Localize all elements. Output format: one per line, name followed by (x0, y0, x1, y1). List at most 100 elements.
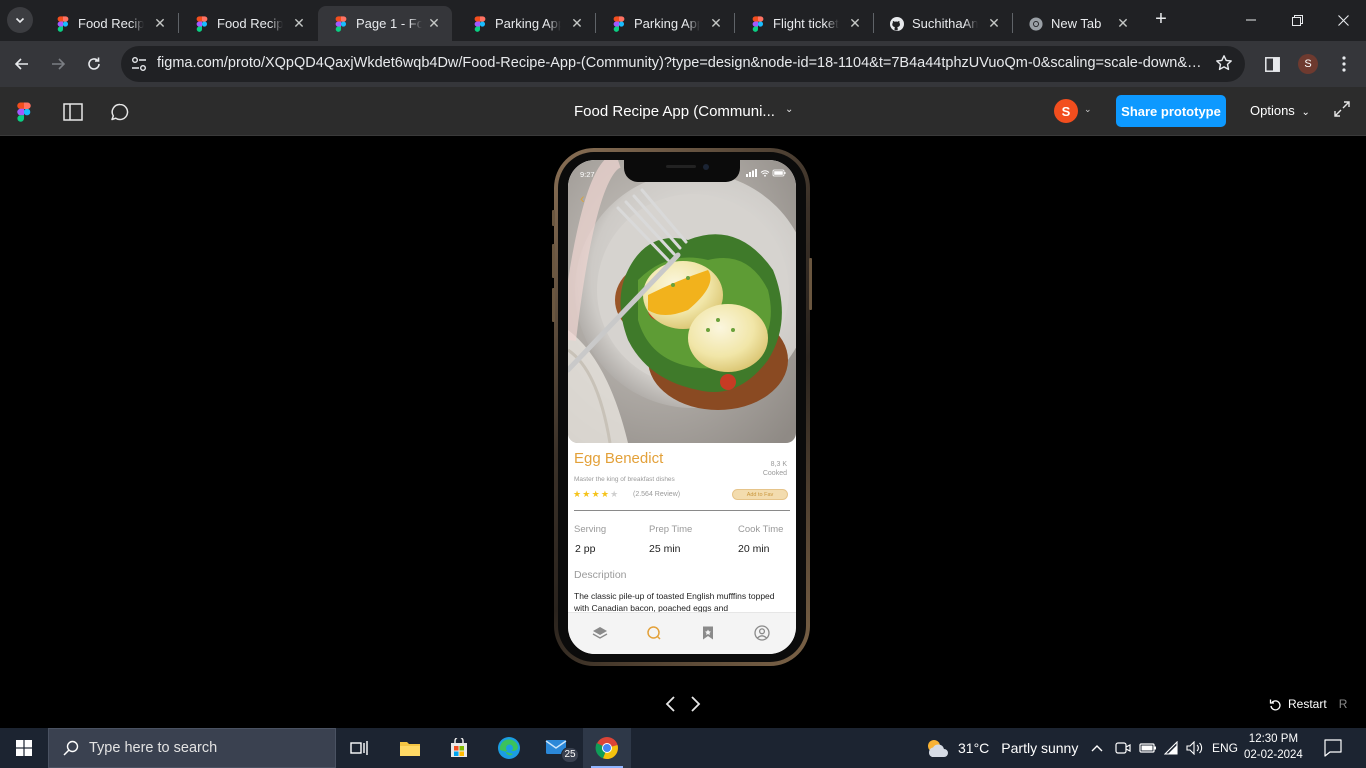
add-to-fav-button[interactable]: Add to Fav (732, 489, 788, 500)
close-icon[interactable]: ✕ (569, 15, 585, 32)
site-settings-icon[interactable] (130, 55, 148, 73)
star-icon[interactable] (1215, 54, 1233, 72)
browser-menu-button[interactable] (1330, 50, 1358, 78)
tab-title: Parking App (495, 16, 561, 31)
battery-icon (1139, 743, 1156, 753)
speaker (666, 165, 696, 168)
task-view-button[interactable] (336, 728, 384, 768)
tab-search-button[interactable] (7, 7, 33, 33)
close-icon[interactable]: ✕ (291, 15, 307, 32)
tab-title: Food Recipe App (217, 16, 283, 31)
chrome-icon (595, 737, 618, 760)
tab-title: SuchithaAna (912, 16, 978, 31)
tab-title: Flight ticket (773, 16, 839, 31)
bookmark-icon[interactable] (700, 625, 716, 641)
browser-toolbar: figma.com/proto/XQpQD4QaxjWkdet6wqb4Dw/F… (0, 41, 1366, 87)
browser-tab[interactable]: New Tab ✕ (1013, 6, 1139, 41)
recipe-title: Egg Benedict (574, 450, 664, 467)
side-panel-button[interactable] (1258, 50, 1286, 78)
notification-icon[interactable] (1324, 739, 1342, 757)
volume-button[interactable] (1186, 728, 1204, 768)
close-icon[interactable]: ✕ (986, 15, 1002, 32)
close-window-button[interactable] (1320, 0, 1366, 40)
cook-time-value: 20 min (738, 543, 770, 555)
chrome-button[interactable] (583, 728, 631, 768)
star-icon: ★ (591, 489, 601, 499)
new-tab-button[interactable]: + (1150, 8, 1172, 32)
taskbar-clock[interactable]: 12:30 PM 02-02-2024 (1244, 731, 1303, 763)
options-menu-button[interactable]: Options ⌄ (1250, 103, 1310, 118)
comment-icon[interactable] (108, 100, 132, 124)
address-bar[interactable]: figma.com/proto/XQpQD4QaxjWkdet6wqb4Dw/F… (121, 46, 1245, 82)
browser-tab[interactable]: Food Recipe App ✕ (40, 6, 178, 41)
back-chevron-icon[interactable]: ‹ (580, 190, 585, 206)
chevron-down-icon: ⌄ (1301, 107, 1310, 118)
store-icon (451, 738, 467, 757)
restart-icon (1269, 699, 1281, 710)
mail-badge: 25 (561, 747, 579, 763)
options-label: Options (1250, 103, 1295, 118)
star-icon: ★ (600, 489, 611, 499)
sidebar-toggle-icon[interactable] (61, 100, 85, 124)
layers-icon[interactable] (592, 625, 608, 641)
avatar[interactable]: S (1054, 99, 1078, 123)
browser-tab[interactable]: Food Recipe App ✕ (179, 6, 317, 41)
browser-tab[interactable]: Parking App ✕ (457, 6, 595, 41)
prototype-canvas: ‹ 9:27 Egg Benedict 8,3 K Cooked Master … (0, 136, 1366, 728)
edge-button[interactable] (485, 728, 533, 768)
serving-value: 2 pp (575, 543, 596, 555)
chevron-down-icon[interactable]: ⌄ (1084, 104, 1092, 115)
show-hidden-icons-button[interactable] (1090, 728, 1104, 768)
restore-button[interactable] (1274, 0, 1320, 40)
star-empty-icon: ★ (610, 489, 620, 499)
forward-button[interactable] (44, 50, 72, 78)
profile-button[interactable]: S (1294, 50, 1322, 78)
phone-screen: ‹ 9:27 Egg Benedict 8,3 K Cooked Master … (568, 160, 796, 654)
profile-icon[interactable] (754, 625, 770, 641)
close-icon[interactable]: ✕ (1117, 15, 1129, 32)
mail-button[interactable]: 25 (534, 728, 582, 768)
review-count: (2.564 Review) (633, 491, 681, 498)
windows-start-icon[interactable] (16, 740, 32, 756)
browser-tab[interactable]: Flight ticket ✕ (735, 6, 873, 41)
browser-tab-strip: Food Recipe App ✕ Food Recipe App ✕ Page… (0, 0, 1366, 41)
previous-frame-icon[interactable] (664, 695, 678, 713)
figma-logo-icon[interactable] (17, 102, 31, 122)
reload-button[interactable] (80, 50, 108, 78)
phone-notch (624, 160, 740, 182)
github-icon (890, 16, 904, 31)
tab-title: New Tab (1051, 16, 1102, 31)
cooked-count: 8,3 K Cooked (763, 460, 787, 478)
close-icon[interactable]: ✕ (847, 15, 863, 32)
fullscreen-icon[interactable] (1333, 100, 1351, 118)
browser-tab[interactable]: SuchithaAna ✕ (874, 6, 1012, 41)
network-button[interactable] (1164, 728, 1180, 768)
back-button[interactable] (8, 50, 36, 78)
tab-title: Page 1 - Food (356, 16, 422, 31)
chevron-down-icon[interactable]: ⌄ (785, 104, 793, 115)
file-explorer-button[interactable] (386, 728, 434, 768)
close-icon (1337, 14, 1349, 26)
next-frame-icon[interactable] (688, 695, 702, 713)
folder-icon (400, 742, 420, 756)
camera-icon (1115, 742, 1131, 754)
meet-now-button[interactable] (1115, 728, 1131, 768)
language-indicator[interactable]: ENG (1212, 728, 1238, 768)
search-icon[interactable] (646, 625, 662, 641)
battery-button[interactable] (1139, 728, 1157, 768)
phone-volume-up (552, 244, 555, 278)
minimize-button[interactable] (1228, 0, 1274, 40)
file-title[interactable]: Food Recipe App (Communi... (574, 103, 775, 120)
speaker-icon (1186, 741, 1203, 755)
taskbar-search-box[interactable]: Type here to search (48, 728, 336, 768)
browser-tab[interactable]: Parking App ✕ (596, 6, 734, 41)
share-prototype-button[interactable]: Share prototype (1116, 95, 1226, 127)
food-image: ‹ (568, 160, 796, 443)
weather-widget[interactable]: 31°C Partly sunny (924, 737, 1078, 759)
restart-button[interactable]: Restart R (1269, 697, 1347, 711)
close-icon[interactable]: ✕ (152, 15, 168, 32)
close-icon[interactable]: ✕ (708, 15, 724, 32)
store-button[interactable] (435, 728, 483, 768)
close-icon[interactable]: ✕ (426, 15, 442, 32)
browser-tab-active[interactable]: Page 1 - Food ✕ (318, 6, 452, 41)
